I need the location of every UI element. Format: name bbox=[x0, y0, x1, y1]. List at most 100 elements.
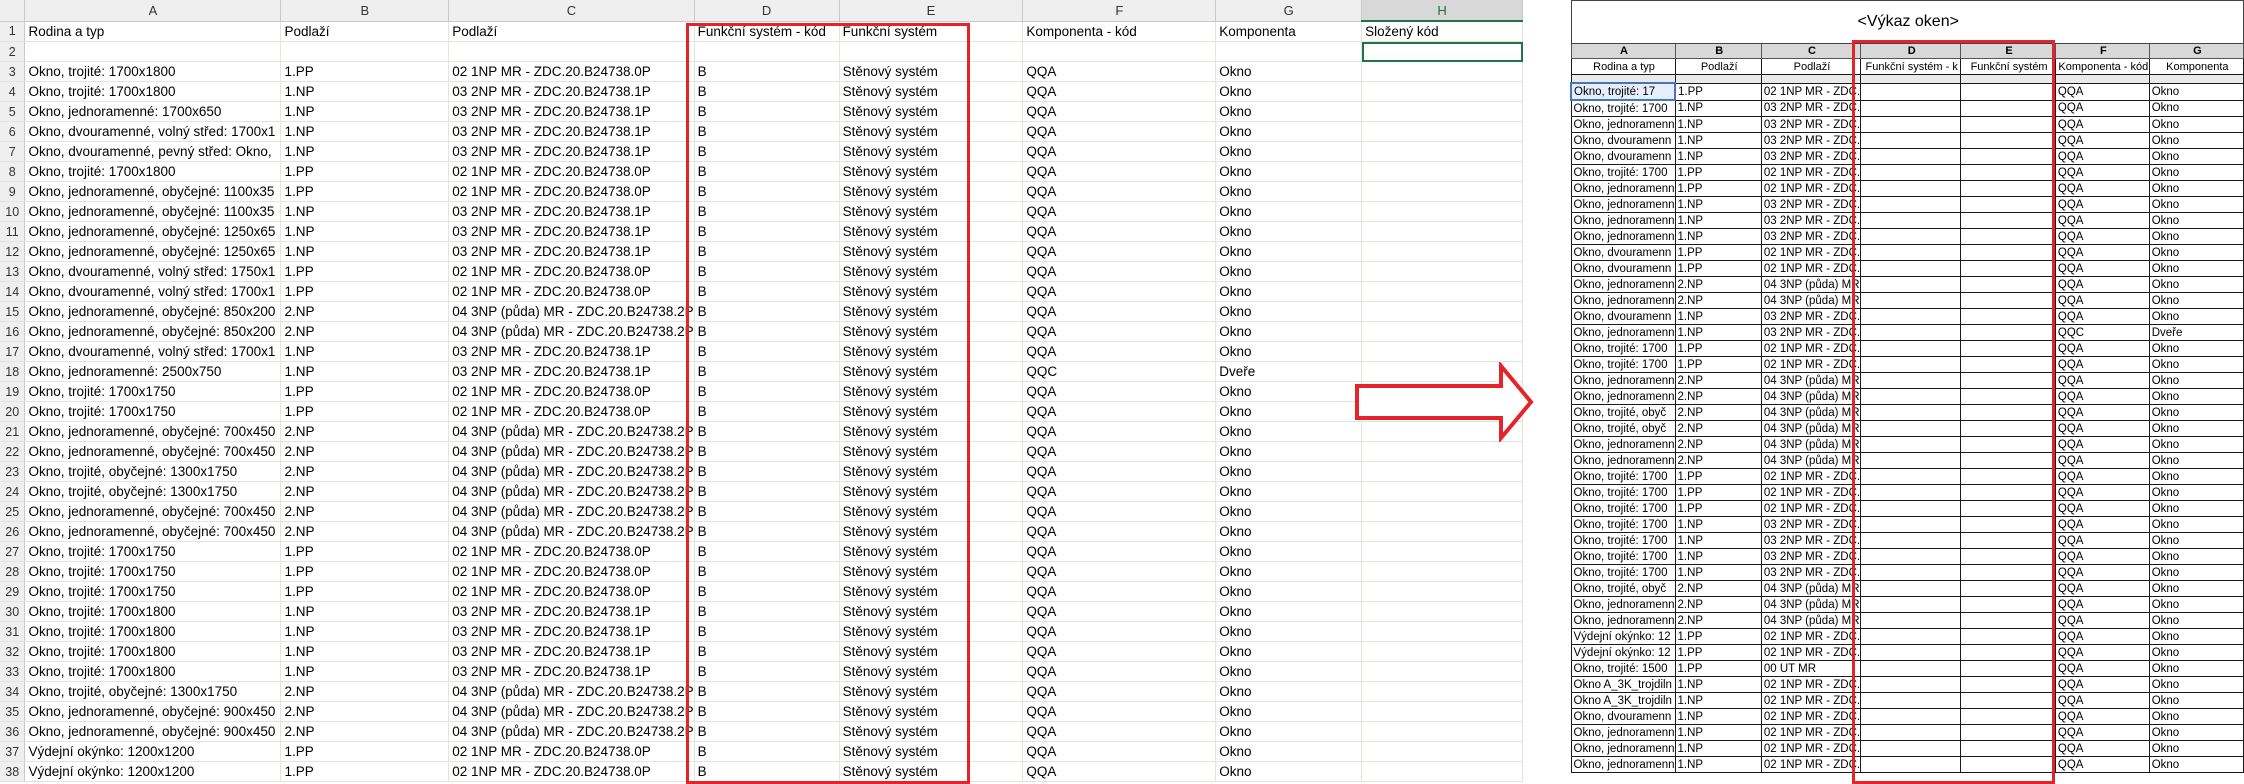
schedule-cell[interactable]: 1.PP bbox=[1674, 500, 1762, 517]
row-number[interactable]: 17 bbox=[0, 341, 26, 362]
cell-f[interactable]: QQA bbox=[1022, 601, 1217, 622]
column-header-c[interactable]: C bbox=[448, 0, 695, 22]
schedule-cell[interactable]: 1.NP bbox=[1674, 724, 1762, 741]
cell-a[interactable]: Okno, trojité: 1700x1750 bbox=[24, 381, 282, 402]
cell-g[interactable]: Okno bbox=[1215, 481, 1363, 502]
cell-h[interactable] bbox=[1361, 81, 1523, 102]
schedule-cell[interactable]: Okno bbox=[2148, 132, 2244, 149]
cell-a[interactable]: Okno, jednoramenné, obyčejné: 700x450 bbox=[24, 501, 282, 522]
schedule-cell[interactable]: 02 1NP MR - ZDC. bbox=[1760, 468, 1862, 485]
cell-c[interactable]: 03 2NP MR - ZDC.20.B24738.1P bbox=[448, 81, 695, 102]
schedule-cell[interactable]: 1.NP bbox=[1674, 532, 1762, 549]
schedule-cell[interactable]: QQA bbox=[2054, 82, 2150, 101]
schedule-cell[interactable]: Okno, jednoramenn bbox=[1570, 452, 1676, 469]
cell-a[interactable]: Okno, trojité, obyčejné: 1300x1750 bbox=[24, 481, 282, 502]
schedule-cell[interactable]: 1.PP bbox=[1674, 82, 1762, 101]
schedule-cell[interactable]: 1.PP bbox=[1674, 180, 1762, 197]
cell-h[interactable] bbox=[1361, 701, 1523, 722]
schedule-cell[interactable]: 1.NP bbox=[1674, 99, 1762, 117]
cell-f[interactable]: QQA bbox=[1022, 661, 1217, 682]
cell-b[interactable]: 1.PP bbox=[280, 741, 450, 762]
schedule-cell[interactable]: QQA bbox=[2054, 388, 2150, 405]
cell-g[interactable]: Okno bbox=[1215, 441, 1363, 462]
cell-c[interactable]: 04 3NP (půda) MR - ZDC.20.B24738.2P bbox=[448, 521, 695, 542]
row-number[interactable]: 8 bbox=[0, 161, 26, 182]
schedule-cell[interactable]: Okno bbox=[2148, 116, 2244, 133]
cell-a[interactable]: Okno, trojité, obyčejné: 1300x1750 bbox=[24, 461, 282, 482]
schedule-cell[interactable]: 02 1NP MR - ZDC. bbox=[1760, 708, 1862, 725]
schedule-cell[interactable]: 1.NP bbox=[1674, 228, 1762, 245]
schedule-cell[interactable]: Okno bbox=[2148, 99, 2244, 117]
schedule-cell[interactable]: 04 3NP (půda) MR bbox=[1760, 372, 1862, 389]
schedule-cell[interactable]: Okno, jednoramenn bbox=[1570, 180, 1676, 197]
cell-b[interactable]: 2.NP bbox=[280, 301, 450, 322]
cell-a[interactable]: Okno, jednoramenné: 2500x750 bbox=[24, 361, 282, 382]
column-header-h[interactable]: H bbox=[1361, 0, 1523, 22]
schedule-cell[interactable]: QQA bbox=[2054, 148, 2150, 165]
select-all-corner[interactable] bbox=[0, 0, 26, 22]
schedule-cell[interactable]: Okno bbox=[2148, 308, 2244, 325]
cell-h[interactable] bbox=[1361, 181, 1523, 202]
cell-f[interactable]: QQA bbox=[1022, 761, 1217, 782]
cell-c[interactable]: 02 1NP MR - ZDC.20.B24738.0P bbox=[448, 581, 695, 602]
cell-c[interactable]: 03 2NP MR - ZDC.20.B24738.1P bbox=[448, 121, 695, 142]
schedule-cell[interactable]: 1.NP bbox=[1674, 324, 1762, 341]
cell-g[interactable]: Okno bbox=[1215, 381, 1363, 402]
cell-h[interactable] bbox=[1361, 141, 1523, 162]
schedule-cell[interactable]: Okno bbox=[2148, 420, 2244, 437]
schedule-cell[interactable]: Okno bbox=[2148, 548, 2244, 565]
cell-g[interactable]: Okno bbox=[1215, 101, 1363, 122]
schedule-cell[interactable]: Okno, trojité, obyč bbox=[1570, 580, 1676, 597]
cell-h[interactable] bbox=[1361, 521, 1523, 542]
cell-a[interactable]: Okno, dvouramenné, volný střed: 1700x1 bbox=[24, 341, 282, 362]
schedule-cell[interactable]: 04 3NP (půda) MR bbox=[1760, 452, 1862, 469]
cell-c[interactable]: 03 2NP MR - ZDC.20.B24738.1P bbox=[448, 601, 695, 622]
cell-b[interactable]: 1.NP bbox=[280, 661, 450, 682]
schedule-cell[interactable]: QQA bbox=[2054, 468, 2150, 485]
schedule-cell[interactable]: QQA bbox=[2054, 724, 2150, 741]
cell-g[interactable]: Okno bbox=[1215, 701, 1363, 722]
schedule-cell[interactable]: 02 1NP MR - ZDC. bbox=[1760, 756, 1862, 773]
schedule-cell[interactable]: QQA bbox=[2054, 660, 2150, 677]
schedule-cell[interactable]: Okno A_3K_trojdiln bbox=[1570, 692, 1676, 709]
schedule-cell[interactable]: 1.PP bbox=[1674, 340, 1762, 357]
schedule-cell[interactable]: QQA bbox=[2054, 276, 2150, 293]
schedule-cell[interactable]: Okno, trojité, obyč bbox=[1570, 420, 1676, 437]
schedule-cell[interactable]: QQA bbox=[2054, 212, 2150, 229]
cell-a[interactable]: Výdejní okýnko: 1200x1200 bbox=[24, 761, 282, 782]
row-number[interactable]: 3 bbox=[0, 61, 26, 82]
schedule-cell[interactable]: QQA bbox=[2054, 676, 2150, 693]
schedule-cell[interactable]: 1.NP bbox=[1674, 564, 1762, 581]
row-number[interactable]: 9 bbox=[0, 181, 26, 202]
cell-g[interactable]: Okno bbox=[1215, 601, 1363, 622]
cell-a[interactable]: Okno, trojité: 1700x1800 bbox=[24, 661, 282, 682]
cell-b[interactable]: 2.NP bbox=[280, 481, 450, 502]
cell-a[interactable]: Okno, dvouramenné, volný střed: 1750x1 bbox=[24, 261, 282, 282]
schedule-column-letter[interactable]: G bbox=[2148, 43, 2244, 59]
schedule-cell[interactable]: Okno bbox=[2148, 388, 2244, 405]
row-number[interactable]: 25 bbox=[0, 501, 26, 522]
cell-h[interactable] bbox=[1361, 301, 1523, 322]
cell-g[interactable]: Dveře bbox=[1215, 361, 1363, 382]
cell-b[interactable]: 1.PP bbox=[280, 561, 450, 582]
schedule-cell[interactable]: 03 2NP MR - ZDC. bbox=[1760, 132, 1862, 149]
cell-f[interactable]: QQA bbox=[1022, 81, 1217, 102]
cell-c[interactable]: 04 3NP (půda) MR - ZDC.20.B24738.2P bbox=[448, 701, 695, 722]
column-header-d[interactable]: D bbox=[694, 0, 840, 22]
schedule-cell[interactable]: Okno, jednoramenn bbox=[1570, 756, 1676, 773]
cell-a[interactable]: Okno, dvouramenné, volný střed: 1700x1 bbox=[24, 121, 282, 142]
cell-f[interactable]: QQA bbox=[1022, 181, 1217, 202]
schedule-cell[interactable]: Okno, jednoramenn bbox=[1570, 740, 1676, 757]
schedule-cell[interactable]: Okno, jednoramenn bbox=[1570, 388, 1676, 405]
cell-a[interactable]: Okno, jednoramenné, obyčejné: 1100x35 bbox=[24, 201, 282, 222]
schedule-cell[interactable]: 02 1NP MR - ZDC. bbox=[1760, 244, 1862, 261]
row-number[interactable]: 37 bbox=[0, 741, 26, 762]
schedule-cell[interactable]: 02 1NP MR - ZDC. bbox=[1760, 260, 1862, 277]
schedule-cell[interactable]: 02 1NP MR - ZDC. bbox=[1760, 82, 1862, 101]
schedule-cell[interactable]: 2.NP bbox=[1674, 276, 1762, 293]
schedule-cell[interactable]: 02 1NP MR - ZDC. bbox=[1760, 164, 1862, 181]
cell-g[interactable]: Okno bbox=[1215, 121, 1363, 142]
cell-g[interactable]: Okno bbox=[1215, 541, 1363, 562]
cell-h[interactable] bbox=[1361, 321, 1523, 342]
cell-c[interactable]: 02 1NP MR - ZDC.20.B24738.0P bbox=[448, 181, 695, 202]
